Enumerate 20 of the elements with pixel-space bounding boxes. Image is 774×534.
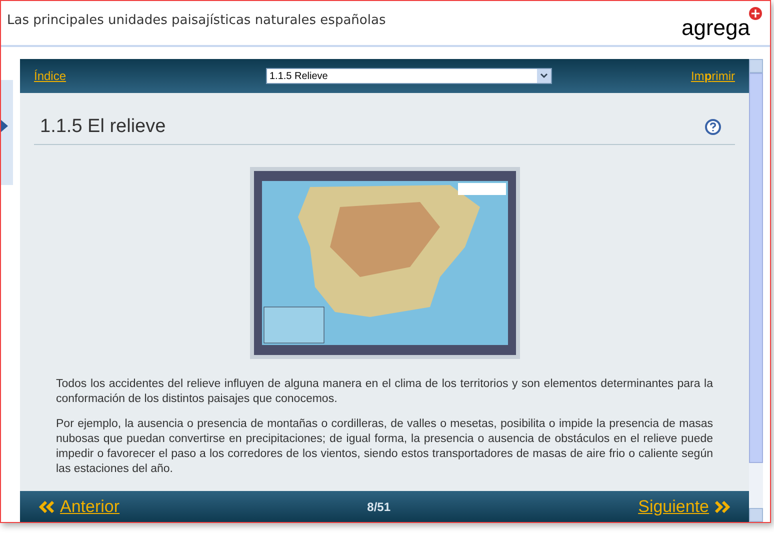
scroll-up-button[interactable] [749,59,763,73]
page-counter: 8/51 [367,498,390,516]
plus-circle-icon [749,7,762,20]
double-chevron-right-icon [713,500,731,512]
double-chevron-left-icon [38,500,56,512]
side-tab[interactable] [1,80,13,185]
help-icon[interactable] [705,119,721,136]
scroll-down-button[interactable] [749,508,763,522]
next-link[interactable]: Siguiente [638,494,731,520]
scrollbar-thumb[interactable] [749,73,763,463]
print-link[interactable]: Imprimir [690,67,735,85]
index-link[interactable]: Índice [34,67,66,85]
section-heading: 1.1.5 El relieve [40,115,166,139]
previous-link[interactable]: Anterior [38,494,120,520]
body-paragraph: Por ejemplo, la ausencia o presencia de montañas o cordilleras, de valles o mesetas, posibilita o impide la presencia de masas nubosas que puedan convertirse en precipitaciones; de igual forma, la presencia o ausencia de obstáculos en el relieve puede impedir o favorecer el paso a los corredores de los vientos, siendo estos transportadores de masas de aire frio o caliente según las estaciones del año. [56,416,713,476]
section-dropdown[interactable]: 1.1.5 Relieve [266,68,552,84]
body-paragraph: Todos los accidentes del relieve influyen de alguna manera en el clima de los territorios y son elementos determinantes para la conformación de los distintos paisajes que conocemos. [56,376,713,406]
logo-text: agrega [681,15,750,40]
play-icon [1,120,8,132]
window-title: Las principales unidades paisajísticas naturales españolas [7,12,386,29]
